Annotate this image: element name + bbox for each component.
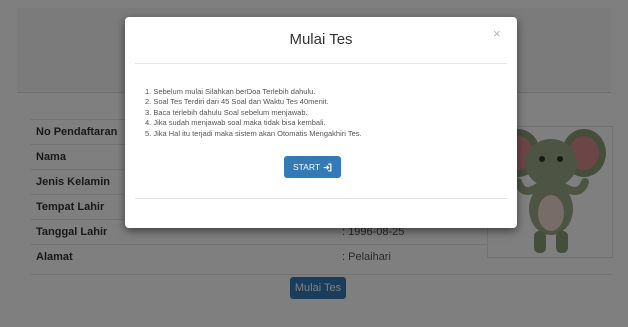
instruction-item: 1. Sebelum mulai Silahkan berDoa Terlebi… <box>145 87 316 96</box>
instruction-item: 4. Jika sudah menjawab soal maka tidak b… <box>145 118 326 128</box>
close-icon[interactable]: × <box>493 26 501 41</box>
instruction-item: 3. Baca terlebih dahulu Soal sebelum men… <box>145 107 308 117</box>
modal-divider <box>135 198 507 199</box>
sign-in-icon <box>323 163 332 171</box>
modal-title: Mulai Tes <box>289 31 353 48</box>
instruction-item: 2. Soal Tes Terdiri dari 45 Soal dan Wak… <box>145 97 329 107</box>
instructions-list: 1. Sebelum mulai Silahkan berDoa Terlebi… <box>145 87 505 139</box>
start-test-modal: Mulai Tes × 1. Sebelum mulai Silahkan be… <box>125 17 517 228</box>
modal-divider <box>135 63 507 64</box>
start-button-label: START <box>292 162 321 172</box>
instruction-item: 5. Jika Hal itu terjadi maka sistem akan… <box>145 128 362 138</box>
start-button[interactable]: START <box>284 156 341 178</box>
